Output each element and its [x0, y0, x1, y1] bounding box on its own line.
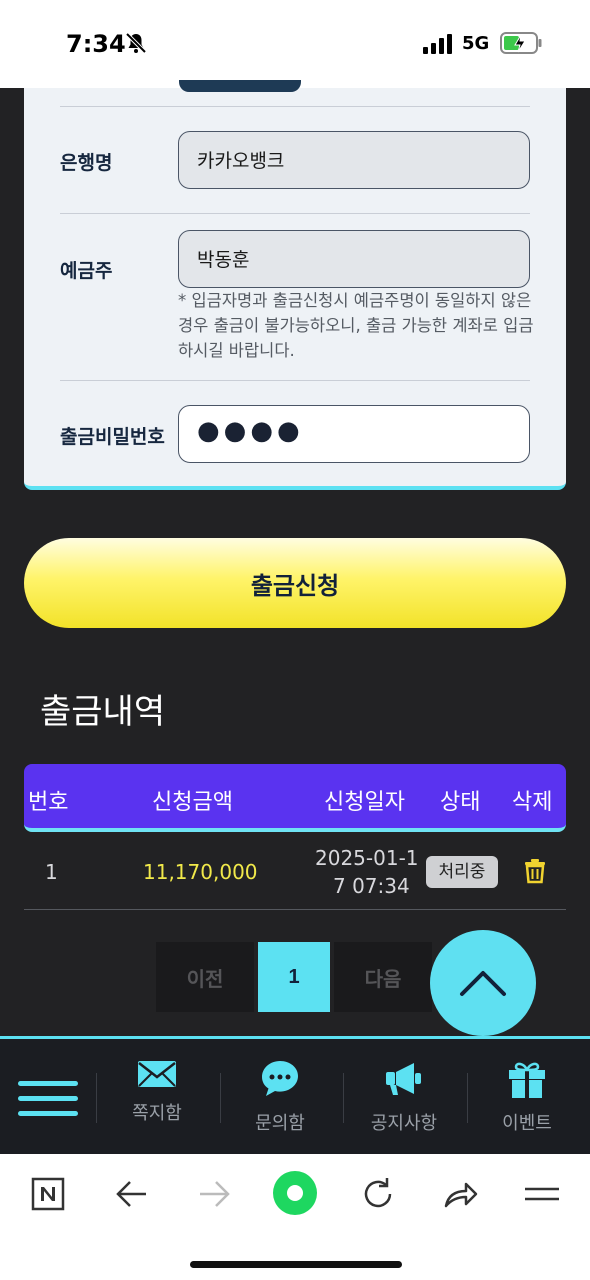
- green-home-icon[interactable]: [272, 1170, 318, 1216]
- home-indicator: [190, 1261, 402, 1268]
- withdraw-request-button[interactable]: 출금신청: [24, 538, 566, 628]
- nav-item-event[interactable]: 이벤트: [467, 1059, 587, 1135]
- account-holder-notice: * 입금자명과 출금신청시 예금주명이 동일하지 않은경우 출금이 불가능하오니…: [178, 291, 534, 360]
- nav-label-event: 이벤트: [502, 1113, 552, 1134]
- chevron-up-icon: [460, 971, 506, 996]
- row-date-line2: 7 07:34: [333, 874, 410, 898]
- previous-field-edge: [179, 80, 301, 92]
- bottom-nav: 쪽지함 문의함 공지사항 이벤트: [0, 1036, 590, 1154]
- megaphone-icon: [386, 1063, 421, 1095]
- row-amount: 11,170,000: [143, 860, 258, 884]
- row-date-line1: 2025-01-1: [315, 846, 419, 870]
- nav-label-messages: 쪽지함: [132, 1103, 182, 1124]
- table-row-divider: [24, 909, 566, 910]
- nav-item-notice[interactable]: 공지사항: [344, 1059, 464, 1135]
- status-time: 7:34: [66, 30, 126, 58]
- account-holder-label: 예금주: [60, 260, 113, 282]
- bell-mute-icon: [125, 32, 147, 54]
- history-table-header: 번호 신청금액 신청일자 상태 삭제: [24, 764, 566, 832]
- column-header-status: 상태: [440, 790, 481, 815]
- column-header-amount: 신청금액: [152, 790, 233, 815]
- scroll-top-button[interactable]: [430, 930, 536, 1036]
- nav-item-messages[interactable]: 쪽지함: [97, 1059, 217, 1125]
- bank-label: 은행명: [60, 152, 113, 174]
- battery-charging-icon: [500, 32, 542, 54]
- reload-icon[interactable]: [356, 1172, 400, 1216]
- column-header-date: 신청일자: [324, 790, 405, 815]
- account-holder-field[interactable]: 박동훈: [178, 230, 530, 288]
- bank-name-field[interactable]: 카카오뱅크: [178, 131, 530, 189]
- withdraw-history-title: 출금내역: [40, 692, 166, 732]
- column-header-delete: 삭제: [512, 790, 553, 815]
- withdraw-form-card: 은행명 카카오뱅크 예금주 박동훈 * 입금자명과 출금신청시 예금주명이 동일…: [24, 80, 566, 490]
- divider: [60, 380, 530, 381]
- page-1-button[interactable]: 1: [258, 942, 330, 1012]
- envelope-icon: [138, 1061, 176, 1087]
- column-header-number: 번호: [28, 790, 69, 815]
- prev-page-button[interactable]: 이전: [156, 942, 254, 1012]
- hamburger-menu-icon[interactable]: [18, 1079, 78, 1119]
- next-page-button[interactable]: 다음: [334, 942, 432, 1012]
- forward-arrow-icon[interactable]: [192, 1172, 236, 1216]
- divider: [60, 106, 530, 107]
- signal-icon: [423, 34, 452, 54]
- withdraw-password-input[interactable]: ●●●●: [178, 405, 530, 463]
- status-badge: 처리중: [426, 856, 498, 888]
- row-number: 1: [45, 860, 58, 884]
- password-label: 출금비밀번호: [60, 426, 165, 448]
- nav-item-inquiry[interactable]: 문의함: [220, 1059, 340, 1135]
- back-arrow-icon[interactable]: [110, 1172, 154, 1216]
- divider: [60, 213, 530, 214]
- gift-icon: [509, 1062, 545, 1098]
- share-icon[interactable]: [438, 1172, 482, 1216]
- naver-n-icon[interactable]: [26, 1172, 70, 1216]
- menu-icon[interactable]: [520, 1172, 564, 1216]
- nav-label-inquiry: 문의함: [255, 1113, 305, 1134]
- nav-label-notice: 공지사항: [370, 1113, 438, 1134]
- network-type: 5G: [462, 33, 490, 54]
- trash-icon[interactable]: [524, 858, 546, 884]
- chat-bubble-icon: [262, 1061, 298, 1096]
- status-bar: 7:34 5G: [0, 0, 590, 88]
